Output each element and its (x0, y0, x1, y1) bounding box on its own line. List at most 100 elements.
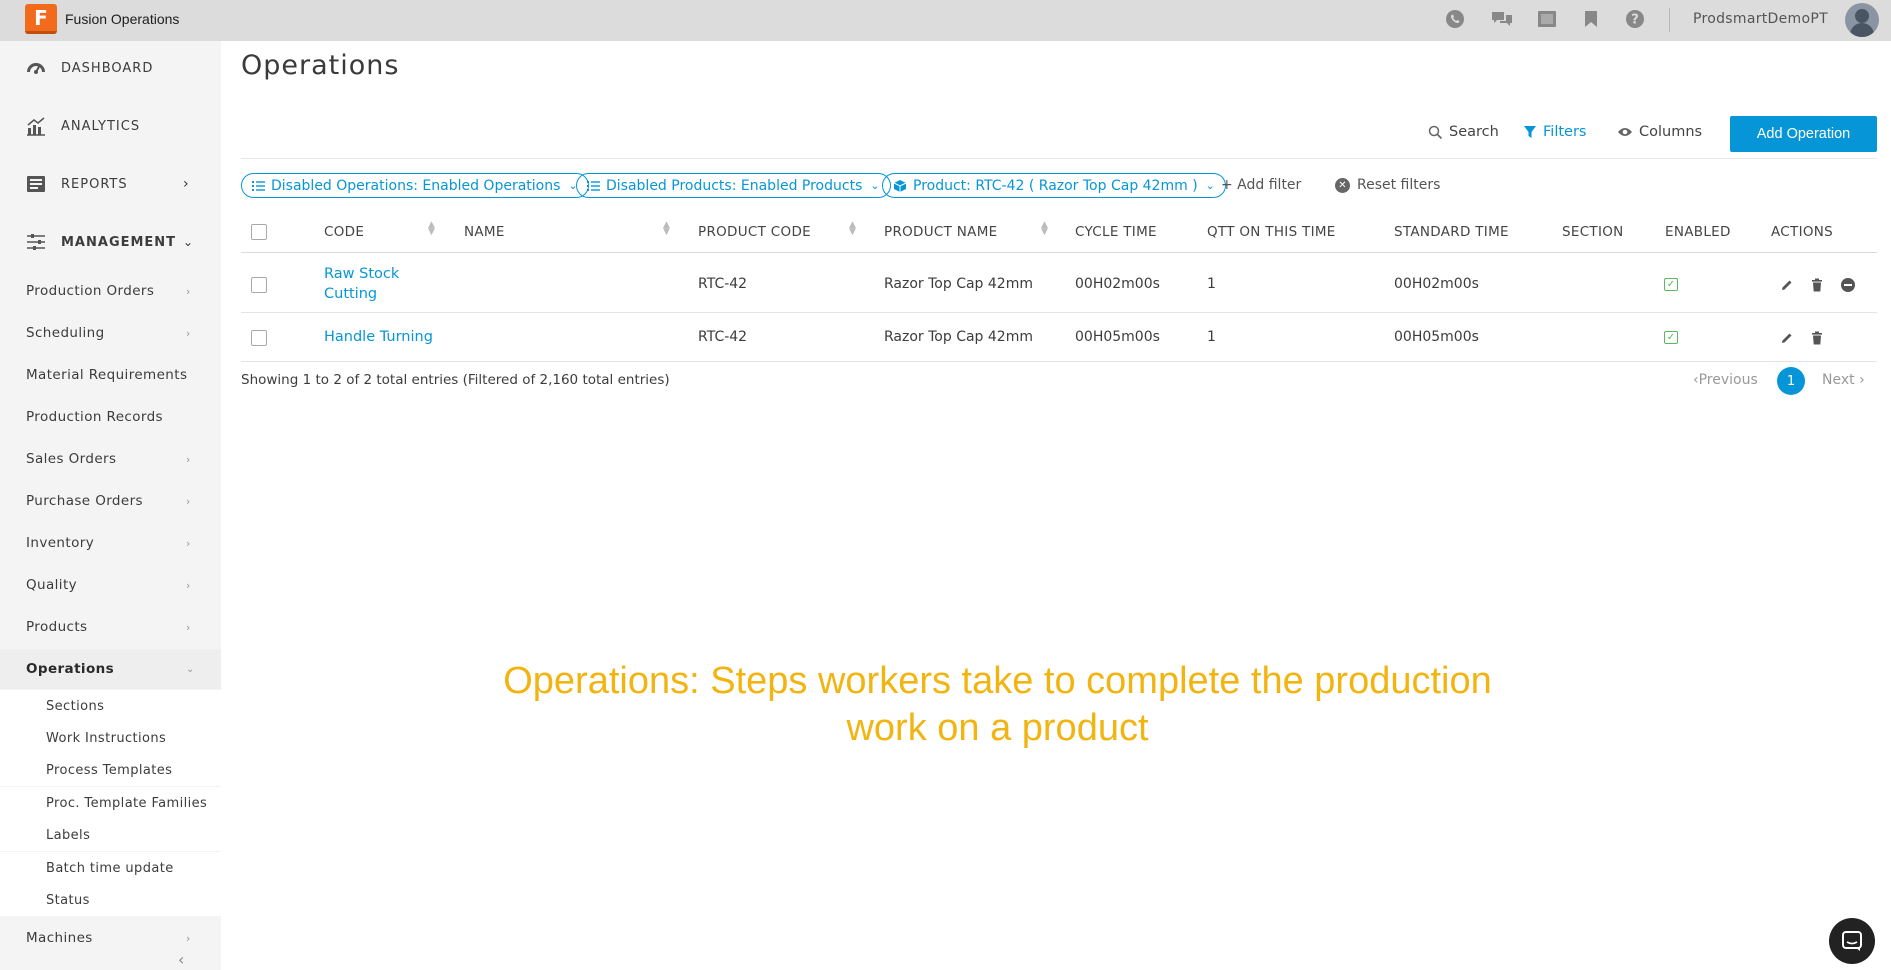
filter-chip-disabled-products[interactable]: Disabled Products: Enabled Products ⌄ (576, 173, 891, 198)
pagination-current-page[interactable]: 1 (1777, 367, 1805, 395)
divider (241, 158, 1877, 159)
sort-icon[interactable]: ▲ ▼ (1041, 221, 1048, 237)
sidebar-item-purchase-orders[interactable]: Purchase Orders › (0, 481, 221, 521)
sidebar-item-label: Scheduling (26, 325, 105, 341)
pagination-next[interactable]: Next › (1822, 372, 1865, 388)
sidebar-subitem-labels[interactable]: Labels (0, 819, 221, 851)
app-logo: F (25, 4, 57, 34)
sidebar-item-label: Products (26, 619, 88, 635)
chat-support-button[interactable] (1829, 918, 1875, 964)
column-header-cycle-time[interactable]: CYCLE TIME (1075, 224, 1157, 240)
caption-line: Operations: Steps workers take to comple… (503, 660, 1492, 702)
sort-icon[interactable]: ▲ ▼ (849, 221, 856, 237)
bookmark-icon[interactable] (1580, 8, 1602, 30)
row-divider (241, 312, 1877, 313)
page-title: Operations (241, 50, 400, 81)
column-header-enabled[interactable]: ENABLED (1665, 224, 1731, 240)
delete-icon[interactable] (1809, 330, 1825, 346)
edit-icon[interactable] (1779, 330, 1795, 346)
search-button[interactable]: Search (1428, 124, 1499, 140)
sidebar-section-reports[interactable]: REPORTS › (0, 160, 221, 208)
filter-chip-disabled-operations[interactable]: Disabled Operations: Enabled Operations … (241, 173, 589, 198)
sidebar-item-production-records[interactable]: Production Records (0, 397, 221, 437)
add-filter-button[interactable]: + Add filter (1221, 177, 1301, 193)
chat-icon[interactable] (1491, 8, 1513, 30)
columns-label: Columns (1639, 124, 1703, 140)
delete-icon[interactable] (1809, 277, 1825, 293)
select-all-checkbox[interactable] (251, 224, 267, 240)
chevron-right-icon: › (186, 494, 191, 508)
sidebar-section-label: MANAGEMENT (61, 234, 177, 250)
collapse-sidebar-icon[interactable]: ‹ (178, 950, 184, 969)
sidebar-subitem-process-templates[interactable]: Process Templates (0, 754, 221, 786)
column-header-qtt[interactable]: QTT ON THIS TIME (1207, 224, 1336, 240)
sort-icon[interactable]: ▲ ▼ (663, 221, 670, 237)
sidebar-section-dashboard[interactable]: DASHBOARD (0, 44, 221, 92)
chevron-right-icon: › (1859, 372, 1865, 388)
row-checkbox[interactable] (251, 277, 267, 293)
sidebar-item-material-requirements[interactable]: Material Requirements (0, 355, 221, 395)
username[interactable]: ProdsmartDemoPT (1693, 11, 1828, 27)
sidebar-item-inventory[interactable]: Inventory › (0, 523, 221, 563)
row-checkbox[interactable] (251, 330, 267, 346)
product-code-cell: RTC-42 (698, 276, 748, 292)
edit-icon[interactable] (1779, 277, 1795, 293)
sidebar-item-products[interactable]: Products › (0, 607, 221, 647)
reset-filters-button[interactable]: ✕ Reset filters (1335, 177, 1440, 193)
row-divider (241, 361, 1877, 362)
sidebar-subitem-proc-template-families[interactable]: Proc. Template Families (0, 787, 221, 819)
column-header-standard-time[interactable]: STANDARD TIME (1394, 224, 1509, 240)
sidebar-section-management[interactable]: MANAGEMENT ⌄ (0, 218, 221, 266)
add-operation-button[interactable]: Add Operation (1730, 116, 1877, 152)
sidebar-subitem-status[interactable]: Status (0, 884, 221, 916)
sidebar-item-production-orders[interactable]: Production Orders › (0, 271, 221, 311)
sidebar-item-sales-orders[interactable]: Sales Orders › (0, 439, 221, 479)
table-header-divider (241, 252, 1877, 253)
sidebar-item-label: Production Orders (26, 283, 155, 299)
sidebar-subitem-label: Proc. Template Families (46, 795, 208, 811)
app-name: Fusion Operations (65, 11, 180, 27)
filter-chip-product[interactable]: Product: RTC-42 ( Razor Top Cap 42mm ) ⌄ (882, 173, 1226, 198)
sidebar-section-label: ANALYTICS (61, 118, 141, 134)
analytics-icon (27, 117, 45, 136)
sidebar-subitem-sections[interactable]: Sections (0, 690, 221, 722)
column-header-product-code[interactable]: PRODUCT CODE (698, 224, 811, 240)
sidebar-subitem-batch-time-update[interactable]: Batch time update (0, 852, 221, 884)
reset-filters-label: Reset filters (1357, 177, 1441, 193)
sidebar-item-machines[interactable]: Machines › (0, 918, 221, 958)
sidebar-section-label: DASHBOARD (61, 60, 154, 76)
list-icon (252, 180, 265, 192)
disable-icon[interactable] (1840, 277, 1856, 293)
sidebar-item-scheduling[interactable]: Scheduling › (0, 313, 221, 353)
operation-code-link[interactable]: Handle Turning (324, 327, 433, 347)
operation-code-link[interactable]: Raw Stock Cutting (324, 264, 399, 304)
column-header-actions: ACTIONS (1771, 224, 1834, 240)
avatar[interactable] (1845, 3, 1879, 37)
sidebar-item-label: Operations (26, 661, 115, 677)
columns-button[interactable]: Columns (1617, 124, 1702, 140)
column-header-section[interactable]: SECTION (1562, 224, 1624, 240)
column-header-code[interactable]: CODE (324, 224, 364, 240)
column-header-product-name[interactable]: PRODUCT NAME (884, 224, 998, 240)
column-header-name[interactable]: NAME (464, 224, 505, 240)
film-icon[interactable] (1536, 8, 1558, 30)
sidebar-item-operations[interactable]: Operations ⌄ (0, 649, 221, 689)
dashboard-icon (27, 63, 45, 74)
sidebar-item-label: Machines (26, 930, 93, 946)
pagination-previous[interactable]: ‹Previous (1693, 372, 1758, 388)
chevron-down-icon: ⌄ (186, 663, 195, 675)
filters-button[interactable]: Filters (1523, 124, 1586, 140)
sort-icon[interactable]: ▲ ▼ (428, 221, 435, 237)
sidebar-subitem-work-instructions[interactable]: Work Instructions (0, 722, 221, 754)
table-summary: Showing 1 to 2 of 2 total entries (Filte… (241, 372, 670, 388)
sidebar-item-quality[interactable]: Quality › (0, 565, 221, 605)
cube-icon (893, 179, 907, 193)
sidebar-subitem-label: Batch time update (46, 860, 174, 876)
sidebar-subitem-label: Labels (46, 827, 91, 843)
chevron-down-icon: ⌄ (1205, 179, 1215, 192)
phone-icon[interactable] (1444, 8, 1466, 30)
sidebar-section-analytics[interactable]: ANALYTICS (0, 102, 221, 150)
app-brand[interactable]: F Fusion Operations (25, 4, 179, 34)
pagination-next-label: Next (1822, 372, 1855, 388)
help-icon[interactable]: ? (1624, 8, 1646, 30)
